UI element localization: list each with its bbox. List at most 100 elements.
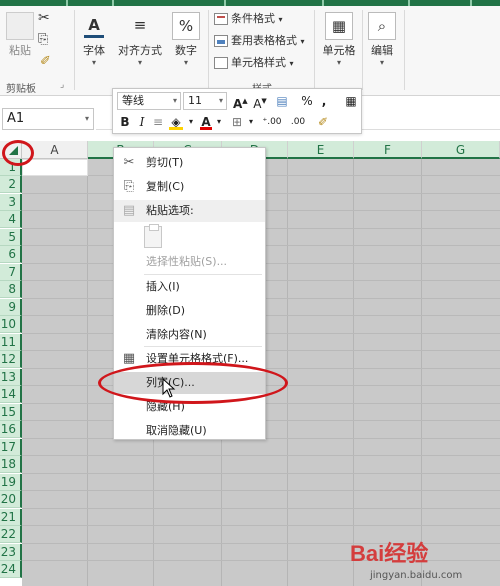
row-header[interactable]: 13: [0, 369, 22, 386]
row-header[interactable]: 22: [0, 526, 22, 543]
conditional-format-icon: [214, 13, 228, 25]
column-header[interactable]: E: [288, 141, 354, 159]
table-format-button[interactable]: 套用表格格式 ▾: [214, 32, 305, 50]
chevron-down-icon: ▾: [183, 58, 188, 67]
format-painter-icon[interactable]: ✐: [315, 113, 331, 131]
chevron-down-icon: ▾: [137, 58, 142, 67]
chevron-down-icon[interactable]: ▾: [247, 113, 255, 131]
chevron-down-icon: ▾: [91, 58, 96, 67]
chevron-down-icon: ▾: [218, 96, 223, 105]
row-header[interactable]: 5: [0, 229, 22, 246]
paste-icon: ▤: [122, 203, 136, 218]
row-header[interactable]: 8: [0, 281, 22, 298]
editing-button[interactable]: ⌕ 编辑 ▾: [364, 6, 400, 68]
row-header[interactable]: 23: [0, 544, 22, 561]
number-button[interactable]: % 数字 ▾: [168, 6, 204, 68]
decrease-font-icon[interactable]: A▼: [253, 92, 267, 111]
menu-item-insert[interactable]: 插入(I): [114, 276, 265, 298]
row-header[interactable]: 7: [0, 264, 22, 281]
row-header[interactable]: 24: [0, 561, 22, 578]
row-header[interactable]: 4: [0, 211, 22, 228]
row-header[interactable]: 9: [0, 299, 22, 316]
format-painter-icon[interactable]: ✐: [40, 54, 51, 69]
watermark-logo: Bai经验: [350, 541, 429, 566]
annotation-circle: [2, 140, 34, 166]
increase-font-icon[interactable]: A▲: [233, 92, 248, 111]
dialog-launcher-icon[interactable]: ⌟: [60, 80, 64, 90]
paste-button[interactable]: 粘贴: [2, 6, 38, 58]
chevron-down-icon: ▾: [336, 58, 341, 67]
alignment-button[interactable]: ≡ 对齐方式 ▾: [118, 6, 162, 68]
comma-button[interactable]: ,: [319, 92, 329, 110]
increase-decimal-icon[interactable]: ⁺.00: [261, 113, 283, 131]
row-header[interactable]: 16: [0, 421, 22, 438]
row-header[interactable]: 12: [0, 351, 22, 368]
watermark-url: jingyan.baidu.com: [370, 570, 463, 581]
font-size-select[interactable]: 11 ▾: [183, 92, 227, 110]
active-cell[interactable]: [22, 159, 88, 176]
clipboard-group-label: 剪贴板: [6, 84, 36, 95]
column-header[interactable]: G: [422, 141, 500, 159]
font-icon: A: [80, 12, 108, 40]
mini-toolbar: 等线 ▾ 11 ▾ A▲ A▼ ▤ % , ▦ B I ≡ ◈ ▾ A ▾ ⊞ ▾ …: [112, 88, 362, 134]
copy-icon: ⎘: [123, 179, 135, 194]
font-name-select[interactable]: 等线 ▾: [117, 92, 181, 110]
cell-styles-button[interactable]: 单元格样式 ▾: [214, 54, 294, 72]
row-header[interactable]: 3: [0, 194, 22, 211]
decrease-decimal-icon[interactable]: .00: [287, 113, 309, 131]
row-header[interactable]: 10: [0, 316, 22, 333]
cells-button[interactable]: ▦ 单元格 ▾: [318, 6, 360, 68]
row-header[interactable]: 14: [0, 386, 22, 403]
chevron-down-icon: ▾: [379, 58, 384, 67]
search-icon: ⌕: [368, 12, 396, 40]
row-header[interactable]: 19: [0, 474, 22, 491]
font-color-icon[interactable]: A: [199, 113, 213, 131]
format-cells-icon: ▦: [122, 351, 136, 366]
watermark: Bai经验 jingyan.baidu.com: [350, 536, 500, 586]
menu-item-paste-special[interactable]: 选择性粘贴(S)...: [114, 251, 265, 273]
fill-color-icon[interactable]: ◈: [167, 113, 185, 131]
font-button[interactable]: A 字体 ▾: [76, 6, 112, 68]
chevron-down-icon: ▾: [172, 96, 177, 105]
borders-icon[interactable]: ⊞: [229, 113, 245, 131]
menu-section-paste-options: ▤ 粘贴选项:: [114, 200, 265, 222]
row-header[interactable]: 20: [0, 491, 22, 508]
name-box[interactable]: A1 ▾: [2, 108, 94, 130]
number-format-icon: %: [172, 12, 200, 40]
annotation-circle: [98, 362, 288, 404]
bold-button[interactable]: B: [119, 113, 131, 131]
italic-button[interactable]: I: [137, 113, 147, 131]
row-header[interactable]: 2: [0, 176, 22, 193]
ribbon: 粘贴 ✂ ⎘ ✐ 剪贴板 ⌟ A 字体 ▾ ≡ 对齐方式 ▾ % 数字 ▾ 条件…: [0, 6, 500, 96]
row-header[interactable]: 21: [0, 509, 22, 526]
scissors-icon: ✂: [123, 155, 135, 170]
format-table-icon[interactable]: ▦: [343, 92, 359, 110]
menu-separator: [144, 346, 262, 347]
percent-button[interactable]: %: [299, 92, 315, 110]
conditional-format-button[interactable]: 条件格式 ▾: [214, 10, 283, 28]
menu-item-unhide[interactable]: 取消隐藏(U): [114, 420, 265, 442]
row-header[interactable]: 17: [0, 439, 22, 456]
column-header[interactable]: F: [354, 141, 422, 159]
row-header[interactable]: 11: [0, 334, 22, 351]
row-header[interactable]: 6: [0, 246, 22, 263]
menu-item-delete[interactable]: 删除(D): [114, 300, 265, 322]
cells-icon: ▦: [325, 12, 353, 40]
menu-item-cut[interactable]: ✂ 剪切(T): [114, 152, 265, 174]
table-format-icon: [214, 35, 228, 47]
copy-icon[interactable]: ⎘: [38, 32, 48, 47]
paste-option-icon[interactable]: [144, 224, 162, 248]
cut-icon[interactable]: ✂: [38, 10, 50, 26]
row-header[interactable]: 15: [0, 404, 22, 421]
chevron-down-icon[interactable]: ▾: [187, 113, 195, 131]
menu-item-clear-contents[interactable]: 清除内容(N): [114, 324, 265, 346]
menu-separator: [144, 274, 262, 275]
chevron-down-icon: ▾: [84, 114, 89, 123]
chevron-down-icon[interactable]: ▾: [215, 113, 223, 131]
align-icon[interactable]: ≡: [153, 113, 163, 131]
accounting-format-icon[interactable]: ▤: [273, 92, 291, 110]
menu-item-copy[interactable]: ⎘ 复制(C): [114, 176, 265, 198]
row-header[interactable]: 18: [0, 456, 22, 473]
paste-icon: [6, 12, 34, 40]
alignment-icon: ≡: [133, 16, 147, 34]
